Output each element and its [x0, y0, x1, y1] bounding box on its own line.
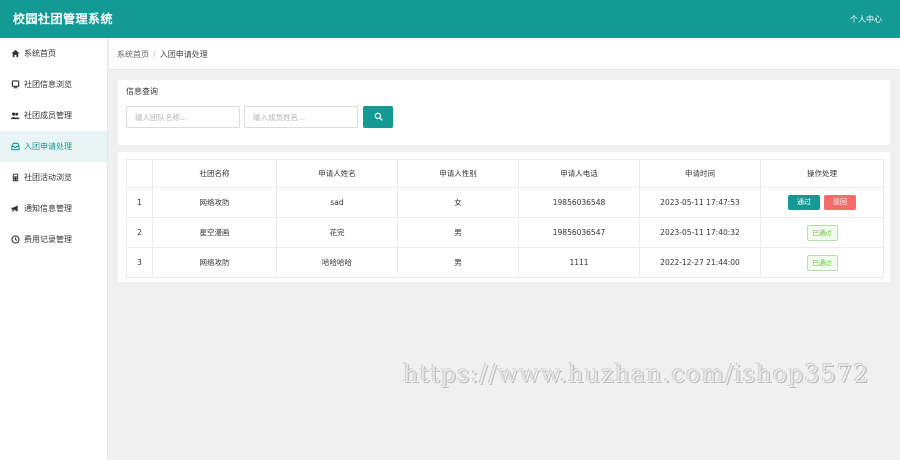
- col-header-club: 社团名称: [152, 159, 277, 188]
- cell-time: 2022-12-27 21:44:00: [639, 247, 761, 278]
- cell-club: 星空漫画: [152, 217, 277, 248]
- col-header-time: 申请时间: [639, 159, 761, 188]
- approve-button[interactable]: 通过: [788, 195, 820, 210]
- cell-name: 哈哈哈哈: [276, 247, 398, 278]
- breadcrumb-bar: 系统首页 / 入团申请处理: [109, 38, 900, 70]
- cell-name: 花完: [276, 217, 398, 248]
- table-header-row: 社团名称 申请人姓名 申请人性别 申请人电话 申请时间 操作处理: [126, 159, 884, 188]
- applications-table-panel: 社团名称 申请人姓名 申请人性别 申请人电话 申请时间 操作处理 1 网络攻防 …: [118, 152, 890, 282]
- cell-gender: 男: [397, 247, 519, 278]
- cell-time: 2023-05-11 17:40:32: [639, 217, 761, 248]
- query-panel: 信息查询: [118, 80, 890, 145]
- table-row: 3 网络攻防 哈哈哈哈 男 1111 2022-12-27 21:44:00 已…: [126, 247, 884, 278]
- query-title: 信息查询: [126, 87, 158, 96]
- sidebar-item-label: 系统首页: [24, 49, 56, 58]
- passed-status-tag: 已通过: [806, 224, 838, 241]
- table-row: 2 星空漫画 花完 男 19856036547 2023-05-11 17:40…: [126, 217, 884, 248]
- calculator-icon: [10, 173, 20, 183]
- bullhorn-icon: [10, 204, 20, 214]
- search-icon: [374, 112, 383, 123]
- cell-time: 2023-05-11 17:47:53: [639, 187, 761, 218]
- col-header-actions: 操作处理: [760, 159, 884, 188]
- col-header-gender: 申请人性别: [397, 159, 519, 188]
- applications-table: 社团名称 申请人姓名 申请人性别 申请人电话 申请时间 操作处理 1 网络攻防 …: [126, 159, 884, 278]
- breadcrumb-current: 入团申请处理: [159, 50, 208, 59]
- sidebar-item-fees[interactable]: 费用记录管理: [0, 224, 107, 255]
- cell-phone: 1111: [518, 247, 640, 278]
- inbox-icon: [10, 142, 20, 152]
- sidebar-item-applications[interactable]: 入团申请处理: [0, 131, 107, 162]
- users-icon: [10, 111, 20, 121]
- col-header-name: 申请人姓名: [276, 159, 398, 188]
- breadcrumb-home[interactable]: 系统首页: [117, 50, 149, 59]
- app-title: 校园社团管理系统: [13, 12, 114, 26]
- breadcrumb-separator: /: [153, 50, 156, 59]
- cell-actions: 已通过: [760, 217, 884, 248]
- cell-gender: 女: [397, 187, 519, 218]
- sidebar-item-label: 社团活动浏览: [24, 173, 72, 182]
- sidebar-item-notices[interactable]: 通知信息管理: [0, 193, 107, 224]
- user-center-link[interactable]: 个人中心: [850, 14, 882, 25]
- sidebar-item-activities[interactable]: 社团活动浏览: [0, 162, 107, 193]
- cell-phone: 19856036547: [518, 217, 640, 248]
- cell-name: sad: [276, 187, 398, 218]
- monitor-icon: [10, 80, 20, 90]
- cell-gender: 男: [397, 217, 519, 248]
- sidebar-item-home[interactable]: 系统首页: [0, 38, 107, 69]
- sidebar-item-label: 通知信息管理: [24, 204, 72, 213]
- clock-icon: [10, 235, 20, 245]
- home-icon: [10, 49, 20, 59]
- search-button[interactable]: [363, 106, 393, 128]
- row-index: 1: [126, 187, 153, 218]
- cell-actions: 通过 驳回: [760, 187, 884, 218]
- sidebar-item-label: 社团信息浏览: [24, 80, 72, 89]
- cell-phone: 19856036548: [518, 187, 640, 218]
- sidebar-item-label: 费用记录管理: [24, 235, 72, 244]
- row-index: 2: [126, 217, 153, 248]
- sidebar: 系统首页 社团信息浏览 社团成员管理 入团申请处理 社团活动浏览 通知信息管理: [0, 38, 108, 460]
- breadcrumb: 系统首页 / 入团申请处理: [117, 49, 208, 60]
- cell-actions: 已通过: [760, 247, 884, 278]
- reject-button[interactable]: 驳回: [824, 195, 856, 210]
- cell-club: 网络攻防: [152, 187, 277, 218]
- watermark-text: https://www.huzhan.com/ishop3572: [403, 360, 870, 388]
- table-row: 1 网络攻防 sad 女 19856036548 2023-05-11 17:4…: [126, 187, 884, 218]
- club-name-input[interactable]: [126, 106, 240, 128]
- member-name-input[interactable]: [244, 106, 358, 128]
- cell-club: 网络攻防: [152, 247, 277, 278]
- sidebar-item-label: 入团申请处理: [24, 142, 72, 151]
- col-header-phone: 申请人电话: [518, 159, 640, 188]
- top-bar: 校园社团管理系统 个人中心: [0, 0, 900, 38]
- sidebar-item-members[interactable]: 社团成员管理: [0, 100, 107, 131]
- sidebar-item-label: 社团成员管理: [24, 111, 72, 120]
- sidebar-item-club-info[interactable]: 社团信息浏览: [0, 69, 107, 100]
- col-header-index: [126, 159, 153, 188]
- row-index: 3: [126, 247, 153, 278]
- passed-status-tag: 已通过: [806, 254, 838, 271]
